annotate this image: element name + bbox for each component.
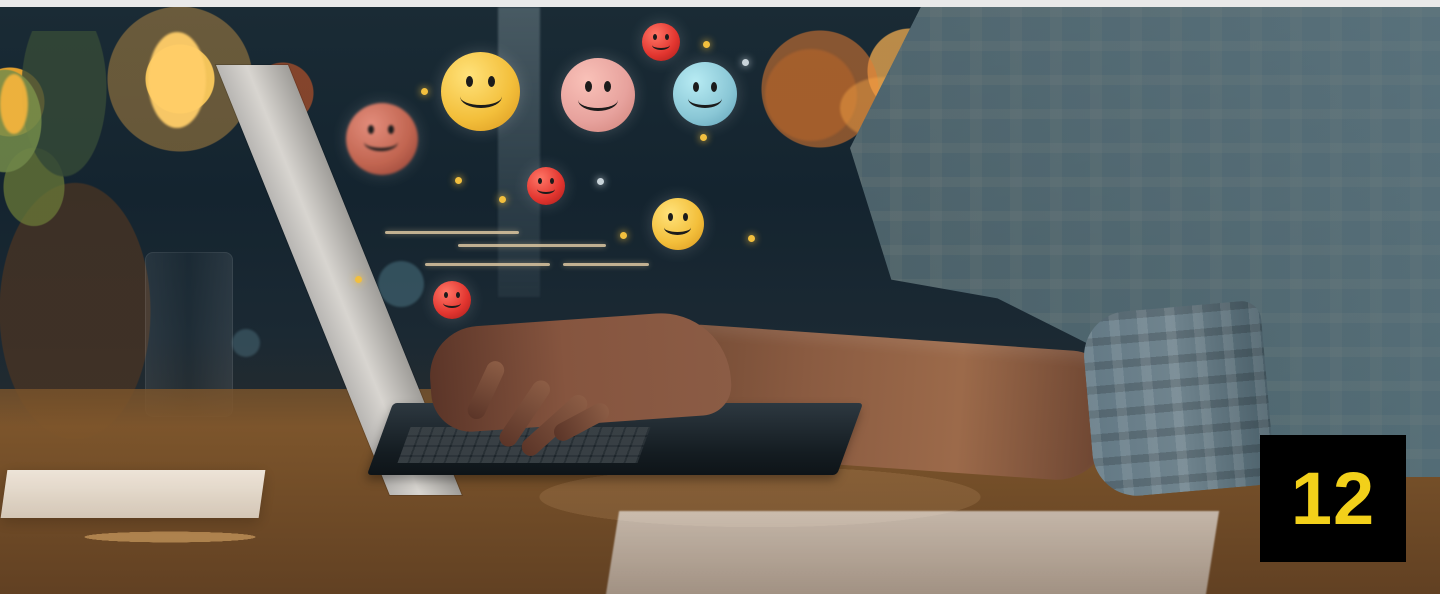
review-line	[458, 244, 606, 247]
orange-smile-icon	[346, 103, 418, 175]
sparkle-dot	[742, 59, 749, 66]
warm-bokeh-light	[148, 32, 206, 128]
shirt-cuff	[1080, 299, 1276, 500]
yellow-smile-icon	[441, 52, 520, 131]
warm-bokeh-light	[0, 74, 28, 134]
red-smile-icon	[642, 23, 680, 61]
number-badge: 12	[1260, 435, 1406, 562]
red-smile-icon	[527, 167, 565, 205]
sparkle-dot	[748, 235, 755, 242]
sparkle-dot	[597, 178, 604, 185]
hero-photo: 12	[0, 7, 1440, 594]
yellow-smile-icon	[652, 198, 704, 250]
sparkle-dot	[455, 177, 462, 184]
sparkle-dot	[700, 134, 707, 141]
sparkle-dot	[620, 232, 627, 239]
sparkle-dot	[421, 88, 428, 95]
sparkle-dot	[355, 276, 362, 283]
review-line	[385, 231, 519, 234]
background-column	[498, 7, 540, 297]
cool-bokeh-light	[232, 329, 260, 357]
review-line	[563, 263, 649, 266]
image-frame: 12	[0, 0, 1440, 594]
sparkle-dot	[703, 41, 710, 48]
review-line	[425, 263, 550, 266]
red-smile-icon	[433, 281, 471, 319]
paper	[604, 511, 1220, 594]
sparkle-dot	[499, 196, 506, 203]
blue-smile-icon	[673, 62, 737, 126]
pink-smile-icon	[561, 58, 635, 132]
paper	[0, 470, 266, 518]
cool-bokeh-light	[378, 261, 424, 307]
